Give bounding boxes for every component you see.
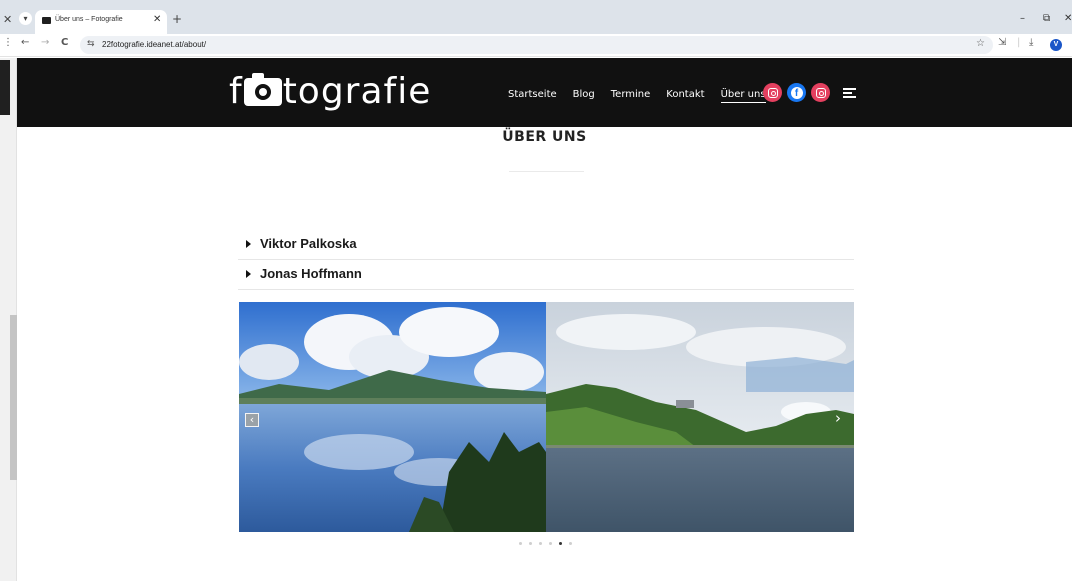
slider-dot[interactable] xyxy=(549,542,552,545)
menu-icon[interactable]: ⋮ xyxy=(3,38,13,48)
camera-icon xyxy=(243,73,282,106)
slider-next-button[interactable]: › xyxy=(835,411,841,426)
forward-icon[interactable]: → xyxy=(41,38,49,48)
accordion-item-viktor[interactable]: Viktor Palkoska xyxy=(238,230,854,260)
accordion-label: Viktor Palkoska xyxy=(260,236,357,251)
image-slider[interactable]: ‹ › xyxy=(239,302,854,532)
slider-dot[interactable] xyxy=(529,542,532,545)
scrollbar-thumb[interactable] xyxy=(10,315,17,480)
caret-right-icon xyxy=(246,270,251,278)
nav-item-blog[interactable]: Blog xyxy=(573,89,595,100)
address-bar[interactable]: ⇆ 22fotografie.ideanet.at/about/ ☆ xyxy=(80,36,993,54)
site-info-icon[interactable]: ⇆ xyxy=(87,39,95,49)
facebook-glyph: f xyxy=(790,86,803,99)
site-logo[interactable]: f tografie xyxy=(229,70,431,114)
accordion-item-jonas[interactable]: Jonas Hoffmann xyxy=(238,260,854,290)
browser-toolbar: ⋮ ← → C ⇆ 22fotografie.ideanet.at/about/… xyxy=(0,34,1072,57)
instagram-icon[interactable] xyxy=(763,83,782,102)
restore-icon[interactable]: ⧉ xyxy=(1043,13,1050,24)
caret-right-icon xyxy=(246,240,251,248)
browser-tab-bar: ✕ ▾ Über uns – Fotografie ✕ + – ⧉ ✕ xyxy=(0,0,1072,34)
tab-search-icon[interactable]: ▾ xyxy=(19,12,32,25)
logo-text-start: f xyxy=(229,71,243,112)
logo-text-end: tografie xyxy=(282,71,432,112)
url-text[interactable]: 22fotografie.ideanet.at/about/ xyxy=(102,40,206,49)
tab-title: Über uns – Fotografie xyxy=(55,16,123,23)
slide-image-lake-reflection xyxy=(239,302,546,532)
slider-pagination xyxy=(519,542,579,548)
close-window-icon[interactable]: ✕ xyxy=(3,13,12,26)
extensions-icon[interactable]: ⇲ xyxy=(998,38,1006,48)
slider-dot[interactable] xyxy=(519,542,522,545)
profile-avatar[interactable]: V xyxy=(1050,39,1062,51)
slide-image-mountain-lake xyxy=(546,302,854,532)
menu-toggle-icon[interactable] xyxy=(843,88,856,98)
reload-icon[interactable]: C xyxy=(61,38,68,48)
nav-item-ueber-uns[interactable]: Über uns xyxy=(720,89,766,103)
camera-favicon-icon xyxy=(42,17,51,24)
side-panel-strip xyxy=(0,60,10,115)
team-accordion: Viktor Palkoska Jonas Hoffmann xyxy=(238,230,854,290)
bookmark-star-icon[interactable]: ☆ xyxy=(976,38,985,49)
nav-item-startseite[interactable]: Startseite xyxy=(508,89,557,100)
site-header: f tografie Startseite Blog Termine Kontak… xyxy=(17,58,1072,127)
slider-dot[interactable] xyxy=(559,542,562,545)
title-divider xyxy=(509,171,584,172)
main-nav: Startseite Blog Termine Kontakt Über uns xyxy=(508,84,782,104)
slider-dot[interactable] xyxy=(569,542,572,545)
toolbar-divider: | xyxy=(1017,37,1021,48)
back-icon[interactable]: ← xyxy=(21,38,29,48)
accordion-label: Jonas Hoffmann xyxy=(260,266,362,281)
side-scrollbar[interactable] xyxy=(0,58,17,581)
instagram-icon[interactable] xyxy=(811,83,830,102)
facebook-icon[interactable]: f xyxy=(787,83,806,102)
nav-item-kontakt[interactable]: Kontakt xyxy=(666,89,704,100)
browser-tab-active[interactable]: Über uns – Fotografie ✕ xyxy=(35,10,167,34)
minimize-icon[interactable]: – xyxy=(1020,13,1025,24)
slider-dot[interactable] xyxy=(539,542,542,545)
tab-close-icon[interactable]: ✕ xyxy=(153,14,161,25)
slider-prev-button[interactable]: ‹ xyxy=(245,413,259,427)
window-close-icon[interactable]: ✕ xyxy=(1064,13,1072,24)
new-tab-icon[interactable]: + xyxy=(172,13,182,25)
page-title: ÜBER UNS xyxy=(502,129,587,145)
download-icon[interactable]: ⤓ xyxy=(1029,38,1033,48)
nav-item-termine[interactable]: Termine xyxy=(611,89,651,100)
